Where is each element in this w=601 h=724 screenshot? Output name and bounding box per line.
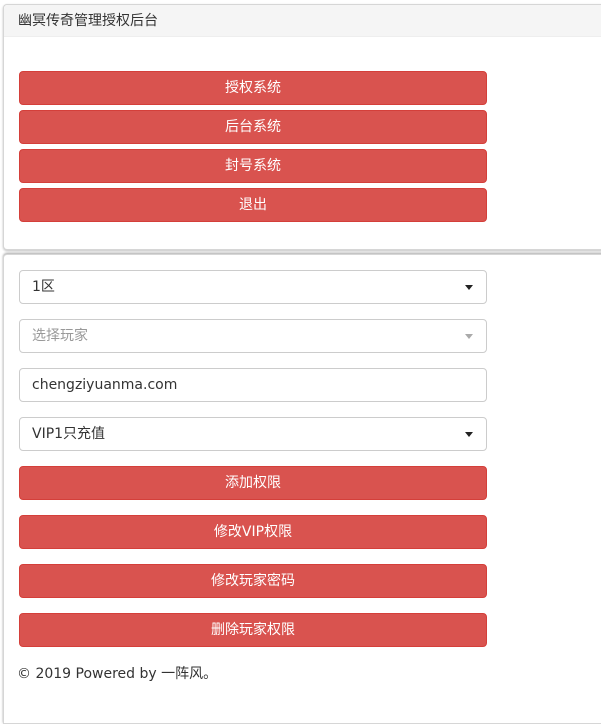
delete-permission-button[interactable]: 删除玩家权限 (19, 613, 487, 647)
chevron-down-icon (465, 334, 473, 339)
text-input[interactable]: chengziyuanma.com (19, 368, 487, 402)
vip-select-value: VIP1只充值 (32, 426, 106, 442)
player-select-placeholder: 选择玩家 (32, 328, 88, 344)
player-select[interactable]: 选择玩家 (19, 319, 487, 353)
zone-select[interactable]: 1区 (19, 270, 487, 304)
chevron-down-icon (465, 432, 473, 437)
zone-select-value: 1区 (32, 279, 55, 295)
chevron-down-icon (465, 285, 473, 290)
footer-copyright: © 2019 Powered by 一阵风。 (17, 666, 218, 682)
text-input-value: chengziyuanma.com (32, 377, 178, 393)
modify-vip-button[interactable]: 修改VIP权限 (19, 515, 487, 549)
player-permission-panel: 1区 选择玩家 chengziyuanma.com VIP1只充值 添加权限 修… (3, 254, 601, 724)
vip-select[interactable]: VIP1只充值 (19, 417, 487, 451)
admin-nav-panel: 幽冥传奇管理授权后台 授权系统 后台系统 封号系统 退出 (3, 4, 601, 250)
add-permission-button[interactable]: 添加权限 (19, 466, 487, 500)
auth-system-button[interactable]: 授权系统 (19, 71, 487, 105)
backend-system-button[interactable]: 后台系统 (19, 110, 487, 144)
panel-heading: 幽冥传奇管理授权后台 (4, 5, 601, 37)
page-title: 幽冥传奇管理授权后台 (18, 12, 158, 28)
ban-system-button[interactable]: 封号系统 (19, 149, 487, 183)
logout-button[interactable]: 退出 (19, 188, 487, 222)
modify-password-button[interactable]: 修改玩家密码 (19, 564, 487, 598)
